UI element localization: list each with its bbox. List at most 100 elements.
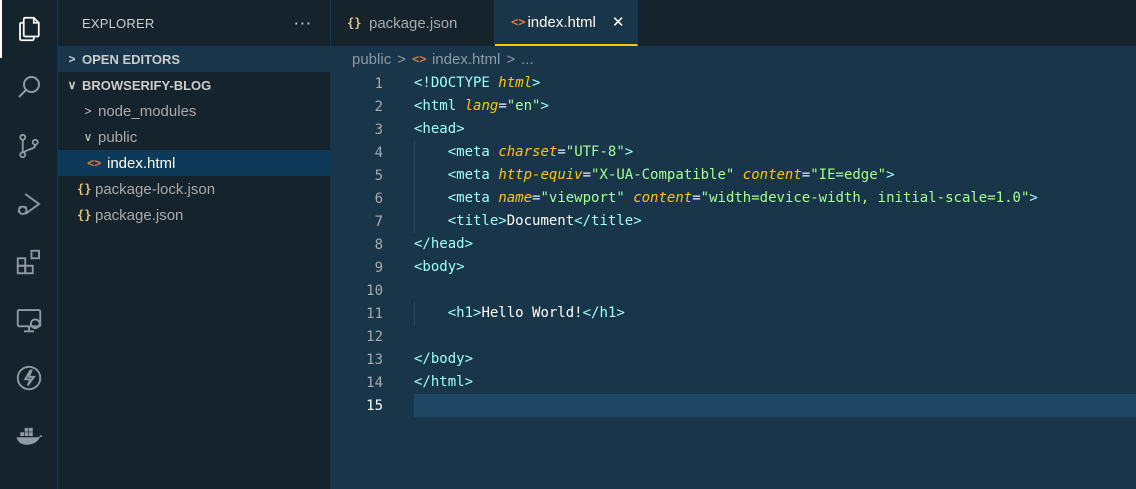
editor-group: {} package.json <> index.html ✕ public >… [331,0,1136,489]
breadcrumb-separator: > [397,50,406,68]
more-actions-icon[interactable]: ··· [294,14,312,33]
sidebar-title: EXPLORER [82,15,155,31]
search-activity-button[interactable] [0,58,58,116]
code-line[interactable]: 14 </html> [331,371,1136,394]
code-text: <body> [414,259,465,275]
sidebar-header: EXPLORER ··· [58,0,330,46]
line-number: 14 [366,374,383,391]
json-file-icon: {} [77,182,92,196]
tab-label: index.html [527,13,596,31]
code-text: <meta charset="UTF-8"> [447,144,634,160]
docker-activity-button[interactable] [0,407,58,465]
tree-item-label: public [98,128,138,146]
code-line[interactable]: 13 </body> [331,348,1136,371]
line-number: 10 [366,282,383,299]
indent-guide [414,187,415,210]
tree-item-label: package-lock.json [95,180,216,198]
code-line[interactable]: 10 [331,279,1136,302]
extensions-icon [16,249,40,275]
tab-package-json[interactable]: {} package.json [331,0,495,46]
breadcrumb-more[interactable]: ... [521,51,534,68]
breadcrumb-folder[interactable]: public [352,51,391,68]
tree-item-label: node_modules [98,102,197,120]
line-number: 8 [374,236,383,253]
explorer-sidebar: EXPLORER ··· > OPEN EDITORS ∨ BROWSERIFY… [58,0,331,489]
code-text: </head> [414,236,474,252]
explorer-activity-button[interactable] [0,0,58,58]
source-control-icon [19,133,39,159]
code-line[interactable]: 5 <meta http-equiv="X-UA-Compatible" con… [331,164,1136,187]
line-number: 6 [374,190,383,207]
code-line[interactable]: 11 <h1>Hello World!</h1> [331,302,1136,325]
chevron-right-icon: > [84,104,92,118]
run-debug-activity-button[interactable] [0,175,58,233]
tree-item-label: index.html [107,154,176,172]
source-control-activity-button[interactable] [0,117,58,175]
chevron-down-icon: ∨ [83,130,93,144]
tree-item-package-lock-json[interactable]: {} package-lock.json [58,176,330,202]
chevron-down-icon: ∨ [67,78,77,92]
html-file-icon: <> [411,52,427,66]
breadcrumb-file[interactable]: index.html [432,51,500,68]
lightning-icon [16,365,42,391]
code-line[interactable]: 7 <title>Document</title> [331,210,1136,233]
line-number: 13 [366,351,383,368]
tree-item-public[interactable]: ∨ public [58,124,330,150]
code-line[interactable]: 2 <html lang="en"> [331,95,1136,118]
tree-item-label: package.json [95,206,184,224]
code-line[interactable]: 9 <body> [331,256,1136,279]
json-file-icon: {} [77,208,92,222]
code-text: <meta http-equiv="X-UA-Compatible" conte… [447,167,895,183]
tab-index-html[interactable]: <> index.html ✕ [495,0,638,46]
files-icon [19,16,40,42]
vscode-window: EXPLORER ··· > OPEN EDITORS ∨ BROWSERIFY… [0,0,1136,489]
code-line[interactable]: 12 [331,325,1136,348]
close-tab-icon[interactable]: ✕ [612,13,625,31]
tree-item-index-html[interactable]: <> index.html [58,150,330,176]
chevron-right-icon: > [68,52,76,66]
html-file-icon: <> [87,156,102,170]
project-section[interactable]: ∨ BROWSERIFY-BLOG [58,72,330,98]
code-line[interactable]: 8 </head> [331,233,1136,256]
code-text: <!DOCTYPE html> [414,75,541,91]
line-number: 1 [374,75,383,92]
code-line[interactable]: 4 <meta charset="UTF-8"> [331,141,1136,164]
code-text: </body> [414,351,474,367]
line-number: 4 [374,144,383,161]
line-number: 9 [374,259,383,276]
code-text: <head> [414,121,465,137]
breadcrumb: public > <> index.html > ... [331,46,1136,72]
run-debug-icon [17,193,41,215]
code-text: <h1>Hello World!</h1> [447,305,625,321]
tab-bar: {} package.json <> index.html ✕ [331,0,1136,46]
code-text: </html> [414,374,474,390]
remote-explorer-activity-button[interactable] [0,291,58,349]
line-number: 15 [366,397,383,414]
extensions-activity-button[interactable] [0,233,58,291]
open-editors-label: OPEN EDITORS [82,51,181,67]
tree-item-package-json[interactable]: {} package.json [58,202,330,228]
code-line[interactable]: 6 <meta name="viewport" content="width=d… [331,187,1136,210]
activity-bar [0,0,58,489]
line-number: 3 [374,121,383,138]
code-line[interactable]: 1 <!DOCTYPE html> [331,72,1136,95]
code-text: <title>Document</title> [447,213,642,229]
code-text: <html lang="en"> [414,98,549,114]
indent-guide [414,164,415,187]
line-number: 11 [366,305,383,322]
code-line[interactable]: 15 [331,394,1136,417]
code-line[interactable]: 3 <head> [331,118,1136,141]
line-number: 7 [374,213,383,230]
code-text: <meta name="viewport" content="width=dev… [447,190,1038,206]
tree-item-node-modules[interactable]: > node_modules [58,98,330,124]
line-number: 5 [374,167,383,184]
indent-guide [414,210,415,233]
tab-label: package.json [369,14,458,32]
docker-icon [16,427,43,445]
lightning-activity-button[interactable] [0,349,58,407]
line-number: 2 [374,98,383,115]
open-editors-section[interactable]: > OPEN EDITORS [58,46,330,72]
breadcrumb-separator: > [506,50,516,68]
